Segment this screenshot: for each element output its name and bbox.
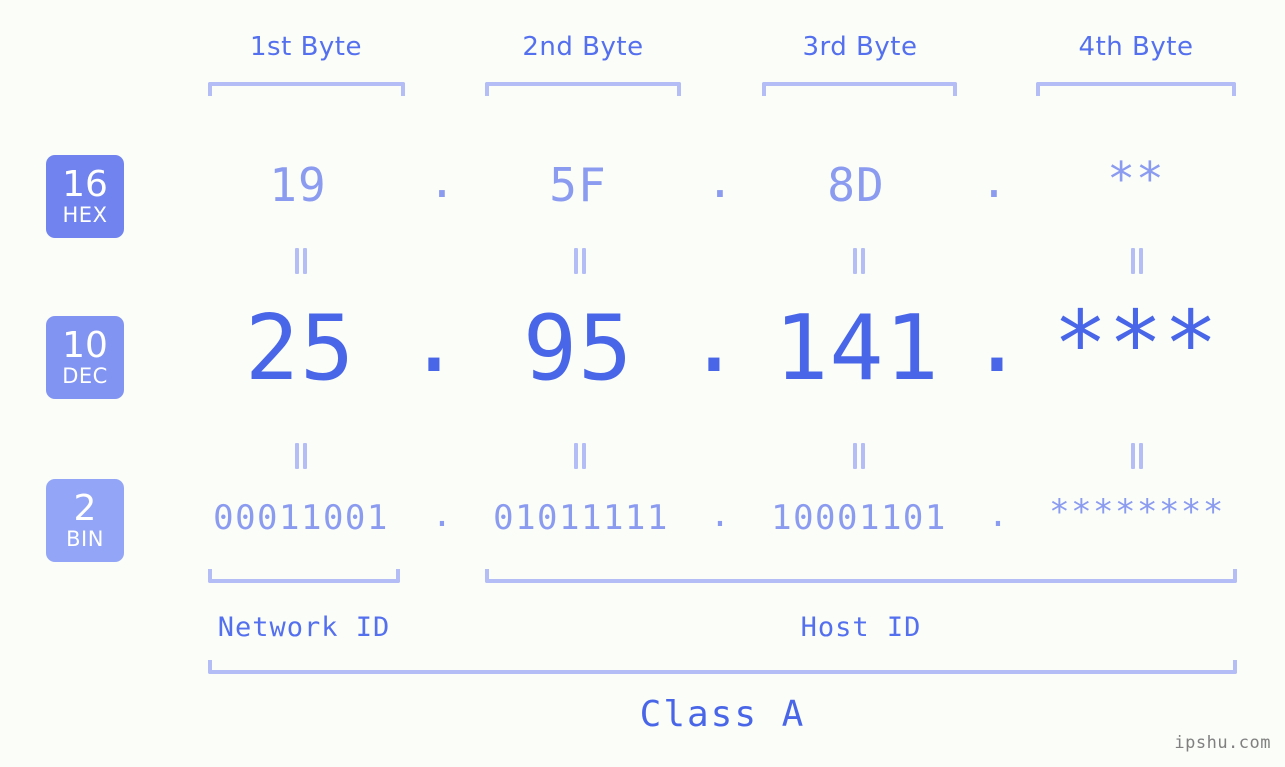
base-badge-bin-number: 2 xyxy=(73,488,97,529)
hex-separator-2: . xyxy=(706,154,734,208)
site-watermark: ipshu.com xyxy=(1174,733,1271,753)
base-badge-dec-name: DEC xyxy=(62,364,108,388)
base-badge-hex-name: HEX xyxy=(62,203,108,227)
byte-header-1: 1st Byte xyxy=(250,32,362,62)
dec-byte-4: *** xyxy=(1053,292,1219,397)
dec-separator-3: . xyxy=(969,288,1025,393)
dec-separator-1: . xyxy=(406,288,462,393)
class-label: Class A xyxy=(639,694,806,735)
network-id-label: Network ID xyxy=(217,612,391,643)
byte-bracket-3 xyxy=(762,82,957,96)
base-badge-bin: 2 BIN xyxy=(46,479,124,562)
bin-byte-1: 00011001 xyxy=(213,498,389,538)
base-badge-dec: 10 DEC xyxy=(46,316,124,399)
byte-bracket-2 xyxy=(485,82,681,96)
bin-separator-2: . xyxy=(709,495,731,535)
base-badge-dec-number: 10 xyxy=(62,325,108,366)
hex-separator-1: . xyxy=(428,154,456,208)
base-badge-hex: 16 HEX xyxy=(46,155,124,238)
host-id-label: Host ID xyxy=(800,612,922,643)
hex-byte-1: 19 xyxy=(269,158,327,212)
hex-byte-3: 8D xyxy=(827,158,885,212)
byte-header-4: 4th Byte xyxy=(1078,32,1194,62)
byte-header-3: 3rd Byte xyxy=(802,32,918,62)
dec-byte-1: 25 xyxy=(244,296,356,401)
hex-byte-4: ** xyxy=(1107,152,1165,206)
dec-byte-3: 141 xyxy=(774,296,940,401)
equals-connector-dec-bin-1 xyxy=(293,443,309,469)
equals-connector-hex-dec-1 xyxy=(293,248,309,274)
byte-bracket-1 xyxy=(208,82,405,96)
equals-connector-dec-bin-4 xyxy=(1129,443,1145,469)
class-bracket xyxy=(208,660,1237,674)
equals-connector-hex-dec-4 xyxy=(1129,248,1145,274)
equals-connector-dec-bin-2 xyxy=(572,443,588,469)
byte-header-2: 2nd Byte xyxy=(522,32,644,62)
dec-byte-2: 95 xyxy=(522,296,634,401)
byte-bracket-4 xyxy=(1036,82,1236,96)
base-badge-hex-number: 16 xyxy=(62,164,108,205)
network-id-bracket xyxy=(208,569,400,583)
base-badge-bin-name: BIN xyxy=(66,527,104,551)
equals-connector-hex-dec-2 xyxy=(572,248,588,274)
ip-breakdown-diagram: 1st Byte 2nd Byte 3rd Byte 4th Byte 16 H… xyxy=(0,0,1285,767)
host-id-bracket xyxy=(485,569,1237,583)
bin-byte-2: 01011111 xyxy=(493,498,669,538)
equals-connector-dec-bin-3 xyxy=(851,443,867,469)
equals-connector-hex-dec-3 xyxy=(851,248,867,274)
hex-byte-2: 5F xyxy=(549,158,607,212)
bin-separator-3: . xyxy=(987,495,1009,535)
bin-byte-3: 10001101 xyxy=(771,498,947,538)
bin-separator-1: . xyxy=(431,495,453,535)
bin-byte-4: ******** xyxy=(1049,492,1225,532)
hex-separator-3: . xyxy=(980,154,1008,208)
dec-separator-2: . xyxy=(686,288,742,393)
